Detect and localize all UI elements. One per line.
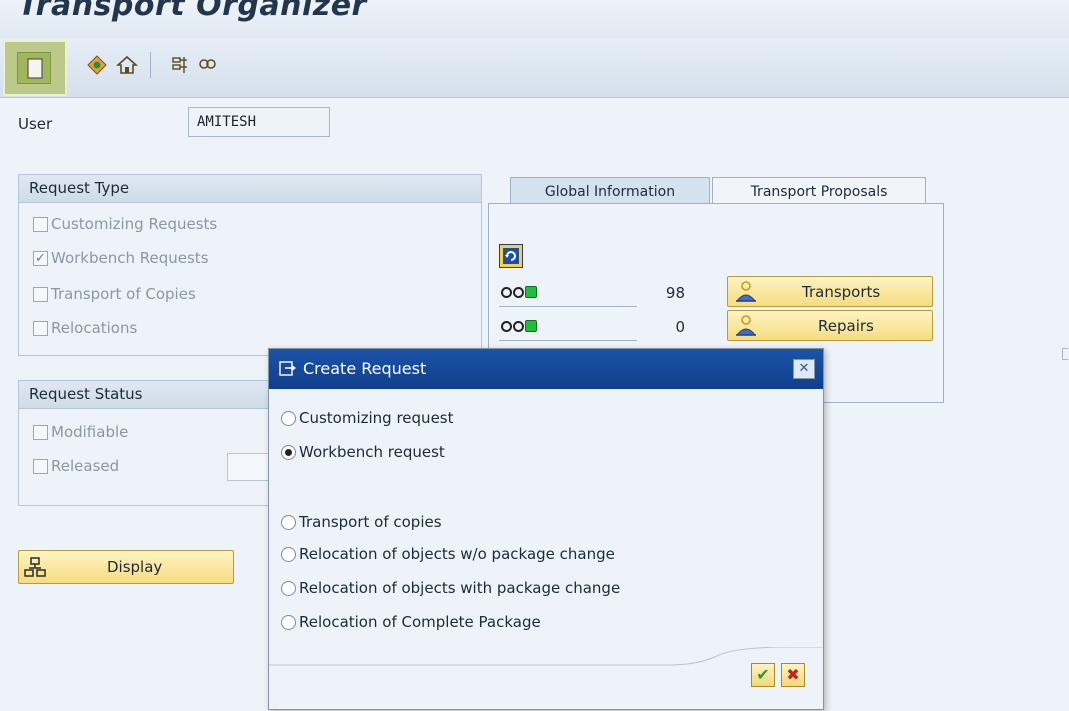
dialog-title-bar[interactable]: Create Request ✕	[269, 349, 823, 389]
scroll-fragment	[1062, 348, 1068, 360]
hierarchy-icon	[24, 556, 46, 582]
transports-count: 98	[665, 284, 685, 302]
checkbox-box	[33, 458, 48, 474]
repairs-count: 0	[675, 318, 685, 336]
title-bar: Transport Organizer	[0, 0, 1069, 38]
workbench-requests-checkbox[interactable]: ✓ Workbench Requests	[33, 249, 209, 267]
radio-circle	[281, 580, 296, 596]
radio-selected	[281, 444, 296, 460]
radio-circle	[281, 614, 296, 630]
user-label: User	[18, 115, 53, 133]
workbench-request-radio[interactable]: Workbench request	[281, 443, 445, 461]
new-document-icon	[17, 52, 51, 84]
customizing-request-radio[interactable]: Customizing request	[281, 409, 454, 427]
transports-button-label: Transports	[802, 283, 881, 301]
transport-of-copies-checkbox[interactable]: Transport of Copies	[33, 285, 196, 303]
repairs-button-label: Repairs	[818, 317, 874, 335]
relocations-checkbox[interactable]: Relocations	[33, 319, 137, 337]
toolbar	[0, 38, 1069, 98]
row-divider	[499, 340, 637, 341]
refresh-icon[interactable]	[499, 244, 523, 268]
display-button[interactable]: Display	[18, 550, 234, 584]
modifiable-checkbox[interactable]: Modifiable	[33, 423, 128, 441]
transports-button[interactable]: Transports	[727, 276, 933, 307]
create-document-icon	[279, 359, 297, 381]
user-group-icon	[734, 279, 758, 307]
toolbar-separator	[150, 52, 151, 78]
user-group-icon	[734, 313, 758, 341]
dialog-title: Create Request	[303, 359, 427, 378]
dialog-footer-divider	[269, 647, 823, 666]
find-request-icon[interactable]	[196, 54, 218, 76]
display-button-label: Display	[107, 558, 163, 576]
radio-circle	[281, 514, 296, 530]
checkbox-box	[33, 424, 48, 440]
checkbox-box	[33, 286, 48, 302]
request-type-group: Request Type Customizing Requests ✓ Work…	[18, 174, 482, 356]
app-title: Transport Organizer	[18, 0, 367, 23]
transport-of-copies-radio[interactable]: Transport of copies	[281, 513, 442, 531]
object-tools-icon[interactable]	[86, 54, 108, 76]
radio-circle	[281, 546, 296, 562]
user-input[interactable]: AMITESH	[188, 107, 330, 137]
transport-house-icon[interactable]	[116, 54, 138, 76]
relocation-without-package-change-radio[interactable]: Relocation of objects w/o package change	[281, 545, 615, 563]
tab-global-information[interactable]: Global Information	[510, 177, 710, 206]
repairs-button[interactable]: Repairs	[727, 310, 933, 341]
relocation-complete-package-radio[interactable]: Relocation of Complete Package	[281, 613, 541, 631]
create-request-button[interactable]	[3, 40, 67, 96]
tab-transport-proposals[interactable]: Transport Proposals	[712, 177, 926, 206]
radio-circle	[281, 410, 296, 426]
checkmark-icon[interactable]: ✔	[751, 663, 775, 687]
row-divider	[499, 306, 637, 307]
close-icon[interactable]: ✕	[793, 359, 815, 379]
traffic-light-icon	[501, 320, 537, 332]
request-type-title: Request Type	[19, 175, 481, 203]
organizer-tools-icon[interactable]	[170, 54, 192, 76]
released-checkbox[interactable]: Released	[33, 457, 119, 475]
relocation-with-package-change-radio[interactable]: Relocation of objects with package chang…	[281, 579, 620, 597]
checkbox-box	[33, 320, 48, 336]
checkbox-box	[33, 216, 48, 232]
create-request-dialog: Create Request ✕ Customizing request Wor…	[268, 348, 824, 710]
checkmark-icon: ✓	[33, 250, 48, 266]
cancel-x-icon[interactable]: ✖	[781, 663, 805, 687]
traffic-light-icon	[501, 286, 537, 298]
customizing-requests-checkbox[interactable]: Customizing Requests	[33, 215, 217, 233]
